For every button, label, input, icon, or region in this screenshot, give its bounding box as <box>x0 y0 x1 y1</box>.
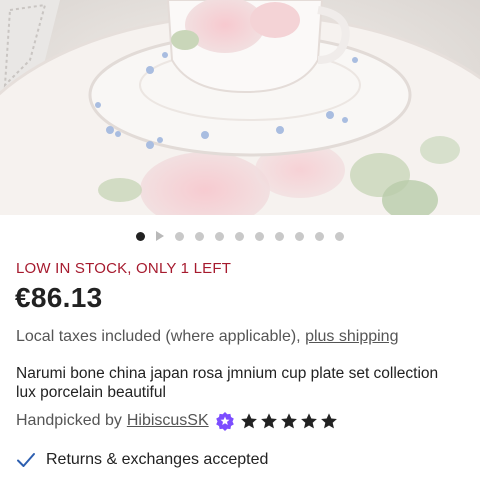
seller-rating-stars[interactable] <box>240 412 338 430</box>
gallery-dot[interactable] <box>215 231 224 241</box>
star-icon <box>300 413 317 429</box>
checkmark-icon <box>17 453 35 467</box>
gallery-pagination <box>0 227 480 245</box>
tax-shipping-note: Local taxes included (where applicable),… <box>16 328 398 346</box>
returns-policy: Returns & exchanges accepted <box>16 450 268 470</box>
gallery-dot[interactable] <box>295 231 304 241</box>
star-icon <box>320 413 337 429</box>
porcelain-photo-illustration <box>0 0 480 215</box>
shipping-link[interactable]: plus shipping <box>305 328 398 345</box>
gallery-dot[interactable] <box>195 231 204 241</box>
product-title: Narumi bone china japan rosa jmnium cup … <box>16 365 439 401</box>
product-photo[interactable] <box>0 0 480 215</box>
star-icon <box>280 413 297 429</box>
seller-name-link[interactable]: HibiscusSK <box>127 412 209 430</box>
star-seller-badge-icon <box>215 412 234 431</box>
star-icon <box>260 413 277 429</box>
gallery-dot[interactable] <box>335 231 344 241</box>
stock-notice: LOW IN STOCK, ONLY 1 LEFT <box>16 260 232 277</box>
product-price: €86.13 <box>15 282 103 313</box>
gallery-dot[interactable] <box>235 231 244 241</box>
handpicked-prefix: Handpicked by <box>16 412 122 429</box>
seller-row: Handpicked by HibiscusSK <box>16 411 338 431</box>
gallery-dot[interactable] <box>175 231 184 241</box>
gallery-dot-active[interactable] <box>136 231 145 241</box>
returns-text: Returns & exchanges accepted <box>46 451 269 468</box>
gallery-dot[interactable] <box>275 231 284 241</box>
video-play-icon[interactable] <box>156 231 164 241</box>
gallery-dot[interactable] <box>255 231 264 241</box>
tax-text: Local taxes included (where applicable), <box>16 328 306 345</box>
star-icon <box>240 413 257 429</box>
gallery-dot[interactable] <box>315 231 324 241</box>
